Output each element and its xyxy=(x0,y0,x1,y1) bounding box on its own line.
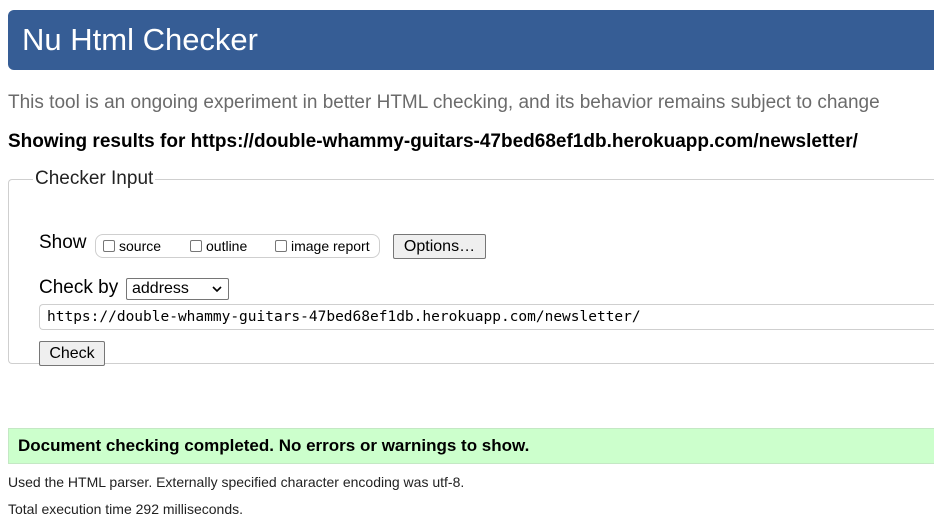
source-checkbox[interactable] xyxy=(103,240,115,252)
checker-input-fieldset: Checker Input Show source outline image … xyxy=(8,168,934,366)
source-label: source xyxy=(119,238,162,254)
tagline: This tool is an ongoing experiment in be… xyxy=(8,92,880,113)
check-button[interactable]: Check xyxy=(39,341,105,366)
show-source-option[interactable]: source xyxy=(103,237,161,255)
results-prefix: Showing results for xyxy=(8,131,186,152)
image-report-label: image report xyxy=(291,238,370,254)
header-bar: Nu Html Checker xyxy=(8,10,934,70)
chevron-down-icon xyxy=(212,286,222,293)
image-report-checkbox[interactable] xyxy=(275,240,287,252)
outline-label: outline xyxy=(206,238,248,254)
results-heading: Showing results for https://double-whamm… xyxy=(8,131,858,153)
checker-input-legend: Checker Input xyxy=(35,168,154,189)
page-title: Nu Html Checker xyxy=(22,22,258,57)
parser-info: Used the HTML parser. Externally specifi… xyxy=(8,474,465,490)
results-url: https://double-whammy-guitars-47bed68ef1… xyxy=(190,131,858,152)
success-message: Document checking completed. No errors o… xyxy=(18,436,530,455)
url-input[interactable]: https://double-whammy-guitars-47bed68ef1… xyxy=(39,304,934,330)
check-by-select[interactable]: address xyxy=(126,278,229,300)
success-banner: Document checking completed. No errors o… xyxy=(8,428,934,464)
options-button[interactable]: Options… xyxy=(393,234,486,259)
show-label: Show xyxy=(39,232,87,253)
show-image-report-option[interactable]: image report xyxy=(275,237,370,255)
check-by-label: Check by xyxy=(39,277,119,298)
show-options-group: source outline image report xyxy=(95,234,380,258)
page: Nu Html Checker This tool is an ongoing … xyxy=(0,0,934,516)
check-by-selected-value: address xyxy=(132,280,189,297)
outline-checkbox[interactable] xyxy=(190,240,202,252)
execution-time: Total execution time 292 milliseconds. xyxy=(8,501,244,516)
show-outline-option[interactable]: outline xyxy=(190,237,247,255)
